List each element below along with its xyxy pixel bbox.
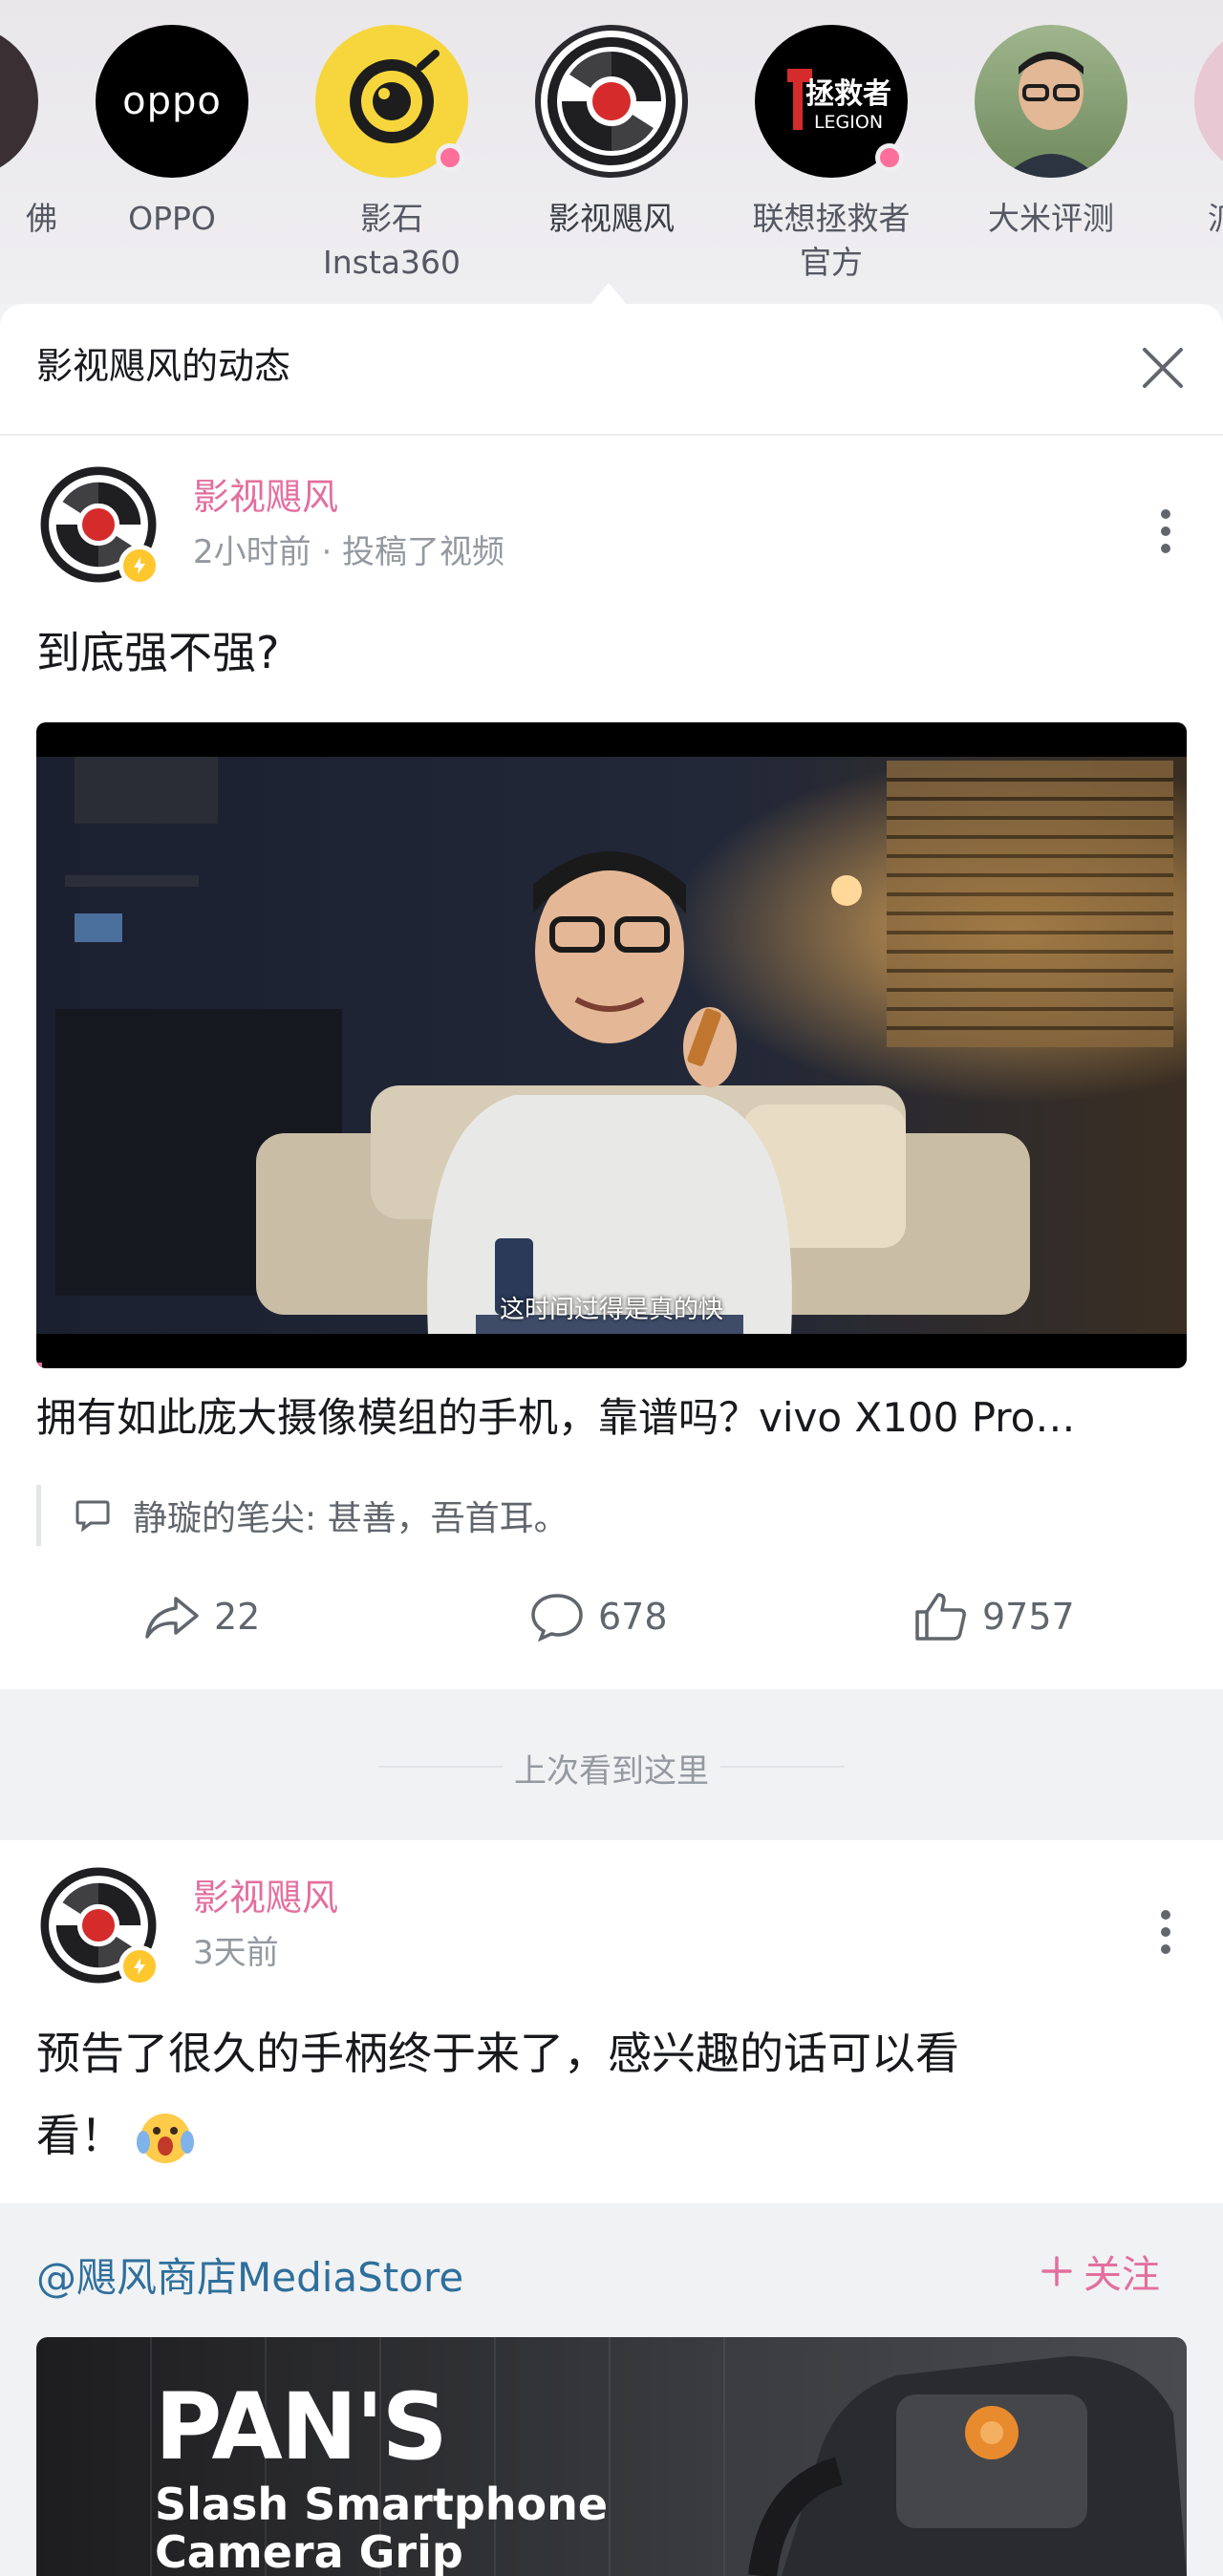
avatar bbox=[975, 25, 1127, 178]
feed-post[interactable]: 影视飓风 3天前 预告了很久的手柄终于来了，感兴趣的话可以看 看！ bbox=[0, 1840, 1223, 2203]
legion-logo-text-top: 拯救者 bbox=[805, 77, 891, 111]
post-text-line-2: 看！ bbox=[36, 2110, 124, 2161]
selected-pointer bbox=[590, 283, 628, 306]
hot-comment-preview[interactable]: 静璇的笔尖: 甚善，吾首耳。 bbox=[36, 1485, 1187, 1546]
strip-item-insta360[interactable]: 影石 Insta360 bbox=[296, 25, 487, 285]
follow-label: 关注 bbox=[1084, 2253, 1160, 2297]
strip-item-oppo[interactable]: oppo OPPO bbox=[76, 25, 268, 241]
more-options-icon[interactable] bbox=[1147, 1903, 1185, 1961]
legion-logo-text-bottom: LEGION bbox=[814, 112, 883, 133]
post-text: 到底强不强? bbox=[36, 627, 280, 678]
shared-content-header: @飓风商店MediaStore 关注 bbox=[0, 2203, 1223, 2337]
strip-item-partial-left[interactable]: 佛 bbox=[0, 25, 57, 241]
comment-bubble-icon bbox=[75, 1500, 110, 1533]
strip-item-partial-right[interactable]: 派 bbox=[1175, 25, 1223, 241]
comment-count: 678 bbox=[598, 1596, 668, 1638]
strip-item-label: 影石 Insta360 bbox=[323, 200, 461, 281]
strip-item-label: 大米评测 bbox=[988, 200, 1114, 237]
follow-button[interactable]: 关注 bbox=[1040, 2243, 1160, 2299]
video-frame-image bbox=[36, 757, 1187, 1334]
plus-icon bbox=[1041, 2256, 1072, 2286]
sheet-title: 影视飓风的动态 bbox=[36, 345, 291, 387]
shocked-emoji-icon bbox=[137, 2114, 194, 2163]
post-meta: 2小时前 · 投稿了视频 bbox=[193, 533, 505, 571]
post-action-bar: 22 678 9757 bbox=[0, 1578, 1223, 1655]
video-progress-bar bbox=[36, 1363, 42, 1368]
verified-badge-icon bbox=[118, 1945, 161, 1987]
following-avatar-strip[interactable]: 佛 oppo OPPO 影石 Insta360 影视飓风 拯救者 LEGION … bbox=[0, 0, 1223, 304]
post-text-line-1: 预告了很久的手柄终于来了，感兴趣的话可以看 bbox=[36, 2028, 959, 2079]
strip-item-dami[interactable]: 大米评测 bbox=[955, 25, 1147, 241]
update-dot bbox=[436, 143, 464, 172]
strip-item-label: 联想拯救者 官方 bbox=[752, 200, 911, 281]
divider-text: 上次看到这里 bbox=[514, 1752, 709, 1791]
post-meta: 3天前 bbox=[193, 1934, 279, 1972]
person-avatar-image bbox=[1003, 52, 1099, 178]
strip-item-label: 影视飓风 bbox=[548, 200, 675, 237]
video-thumbnail[interactable]: 这时间过得是真的快 bbox=[36, 722, 1187, 1368]
post-text-line-2-wrap: 看！ bbox=[36, 2094, 1187, 2177]
avatar bbox=[0, 25, 38, 178]
comment-preview-text: 静璇的笔尖: 甚善，吾首耳。 bbox=[133, 1499, 569, 1538]
avatar bbox=[1194, 25, 1223, 178]
author-name[interactable]: 影视飓风 bbox=[193, 474, 338, 520]
strip-item-mediastorm[interactable]: 影视飓风 bbox=[516, 25, 707, 241]
share-count: 22 bbox=[214, 1596, 261, 1638]
thumbs-up-icon bbox=[915, 1593, 966, 1641]
comment-icon bbox=[531, 1594, 583, 1642]
divider-line-right bbox=[720, 1766, 845, 1768]
share-button[interactable]: 22 bbox=[143, 1578, 260, 1655]
last-seen-divider: 上次看到这里 bbox=[0, 1689, 1223, 1840]
banner-title: PAN'S bbox=[155, 2373, 448, 2480]
author-name[interactable]: 影视飓风 bbox=[193, 1875, 338, 1921]
more-options-icon[interactable] bbox=[1147, 503, 1185, 560]
shared-product-banner[interactable]: PAN'S Slash Smartphone Camera Grip bbox=[36, 2337, 1187, 2576]
shared-user-link[interactable]: @飓风商店MediaStore bbox=[36, 2245, 463, 2304]
banner-subtitle-2: Camera Grip bbox=[155, 2526, 463, 2576]
like-count: 9757 bbox=[982, 1596, 1075, 1638]
comment-button[interactable]: 678 bbox=[529, 1578, 668, 1655]
strip-item-label: 佛 bbox=[26, 200, 57, 237]
avatar: oppo bbox=[96, 25, 248, 178]
update-dot bbox=[875, 143, 904, 172]
feed-post[interactable]: 影视飓风 2小时前 · 投稿了视频 到底强不强? 这时间过得是真的快 拥有如此庞… bbox=[0, 436, 1223, 1689]
strip-item-label: 派 bbox=[1175, 197, 1223, 241]
strip-item-legion[interactable]: 拯救者 LEGION 联想拯救者 官方 bbox=[736, 25, 927, 285]
video-subtitle: 这时间过得是真的快 bbox=[499, 1296, 723, 1324]
avatar bbox=[535, 25, 688, 178]
oppo-logo: oppo bbox=[122, 79, 222, 123]
mediastorm-logo bbox=[547, 37, 676, 165]
like-button[interactable]: 9757 bbox=[913, 1578, 1075, 1655]
avatar bbox=[315, 25, 468, 178]
banner-subtitle-1: Slash Smartphone bbox=[155, 2479, 609, 2530]
author-avatar[interactable] bbox=[38, 1865, 161, 1987]
author-avatar[interactable] bbox=[38, 464, 161, 587]
share-icon bbox=[145, 1597, 199, 1639]
close-icon[interactable] bbox=[1139, 344, 1187, 392]
video-title[interactable]: 拥有如此庞大摄像模组的手机，靠谱吗？vivo X100 Pro… bbox=[36, 1391, 1187, 1445]
dynamics-sheet-header: 影视飓风的动态 bbox=[0, 304, 1223, 436]
avatar: 拯救者 LEGION bbox=[755, 25, 908, 178]
strip-item-label: OPPO bbox=[128, 200, 216, 237]
verified-badge-icon bbox=[118, 545, 161, 587]
